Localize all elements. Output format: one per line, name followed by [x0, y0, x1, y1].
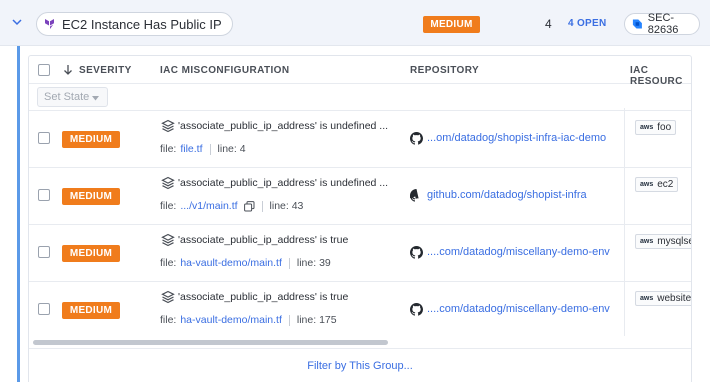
row-checkbox[interactable] [38, 246, 50, 258]
github-icon [410, 132, 423, 145]
aws-icon: aws [640, 295, 654, 302]
repository-link[interactable]: ....com/datadog/miscellany-demo-env [427, 303, 610, 315]
group-count: 4 [545, 17, 552, 31]
repository-link[interactable]: github.com/datadog/shopist-infra [427, 189, 587, 201]
group-title: EC2 Instance Has Public IP [62, 16, 222, 32]
severity-badge: MEDIUM [62, 245, 120, 262]
line-number: line: 175 [296, 314, 337, 326]
layers-icon [161, 290, 175, 304]
row-checkbox[interactable] [38, 303, 50, 315]
misconfiguration-title[interactable]: 'associate_public_ip_address' is undefin… [178, 120, 388, 132]
file-info: file: ha-vault-demo/main.tf line: 175 [160, 314, 337, 326]
aws-icon: aws [640, 124, 654, 131]
aws-icon: aws [640, 238, 654, 245]
group-accent-bar [17, 46, 20, 382]
severity-badge: MEDIUM [62, 131, 120, 148]
misconfiguration-title[interactable]: 'associate_public_ip_address' is undefin… [178, 177, 388, 189]
repository-link[interactable]: ...om/datadog/shopist-infra-iac-demo [427, 132, 606, 144]
col-repository[interactable]: REPOSITORY [410, 65, 479, 76]
file-link[interactable]: .../v1/main.tf [180, 200, 237, 212]
misconfiguration-title[interactable]: 'associate_public_ip_address' is true [178, 291, 348, 303]
file-label: file: [160, 314, 177, 326]
file-link[interactable]: ha-vault-demo/main.tf [180, 314, 282, 326]
jira-icon [632, 19, 642, 29]
file-info: file: .../v1/main.tf line: 43 [160, 200, 303, 212]
layers-icon [161, 176, 175, 190]
select-all-checkbox[interactable] [38, 64, 50, 76]
line-number: line: 4 [217, 143, 246, 155]
file-info: file: file.tf line: 4 [160, 143, 246, 155]
resource-name: mysqlse [657, 236, 692, 247]
ticket-pill[interactable]: SEC-82636 [624, 12, 700, 36]
severity-badge: MEDIUM [62, 302, 120, 319]
divider [261, 200, 263, 212]
findings-table: SEVERITY IAC MISCONFIGURATION REPOSITORY… [28, 55, 692, 382]
bulk-actions-row: Set State [29, 84, 691, 111]
resource-tag[interactable]: aws ec2 [635, 177, 679, 192]
filter-by-group-link[interactable]: Filter by This Group... [29, 348, 691, 382]
file-link[interactable]: ha-vault-demo/main.tf [180, 257, 282, 269]
misconfiguration-title[interactable]: 'associate_public_ip_address' is true [178, 234, 348, 246]
open-count-link[interactable]: 4 OPEN [568, 18, 606, 29]
repository-link[interactable]: ....com/datadog/miscellany-demo-env [427, 246, 610, 258]
ticket-id: SEC-82636 [647, 12, 679, 36]
table-row[interactable]: MEDIUM 'associate_public_ip_address' is … [29, 281, 691, 338]
table-row[interactable]: MEDIUM 'associate_public_ip_address' is … [29, 224, 691, 281]
line-number: line: 39 [296, 257, 331, 269]
resource-tag[interactable]: aws foo [635, 120, 677, 135]
resource-tag[interactable]: aws mysqlse [635, 234, 692, 249]
table-header: SEVERITY IAC MISCONFIGURATION REPOSITORY… [29, 56, 691, 87]
resource-name: website [657, 293, 692, 304]
caret-down-icon [92, 96, 99, 101]
resource-name: ec2 [657, 179, 674, 190]
set-state-label: Set State [44, 91, 90, 103]
severity-badge: MEDIUM [62, 188, 120, 205]
file-label: file: [160, 200, 177, 212]
layers-icon [161, 233, 175, 247]
chevron-down-icon[interactable] [11, 16, 23, 28]
group-severity-badge: MEDIUM [423, 16, 480, 33]
aws-icon: aws [640, 181, 654, 188]
table-row[interactable]: MEDIUM 'associate_public_ip_address' is … [29, 110, 691, 167]
col-severity[interactable]: SEVERITY [79, 65, 132, 76]
table-row[interactable]: MEDIUM 'associate_public_ip_address' is … [29, 167, 691, 224]
github-icon [410, 303, 423, 316]
divider [209, 143, 211, 155]
horizontal-scrollbar[interactable] [33, 340, 691, 346]
file-info: file: ha-vault-demo/main.tf line: 39 [160, 257, 331, 269]
file-label: file: [160, 257, 177, 269]
layers-icon [161, 119, 175, 133]
terraform-icon [45, 19, 54, 29]
scrollbar-thumb[interactable] [33, 340, 388, 345]
github-icon [410, 189, 419, 202]
divider [288, 257, 290, 269]
copy-icon[interactable] [243, 200, 255, 212]
resource-tag[interactable]: aws website [635, 291, 692, 306]
divider [288, 314, 290, 326]
column-divider [624, 108, 625, 336]
col-misconfiguration[interactable]: IAC MISCONFIGURATION [160, 65, 289, 76]
resource-name: foo [657, 122, 672, 133]
file-label: file: [160, 143, 177, 155]
row-checkbox[interactable] [38, 132, 50, 144]
github-icon [410, 246, 423, 259]
group-title-pill[interactable]: EC2 Instance Has Public IP [36, 12, 233, 36]
sort-arrow-icon[interactable] [63, 64, 73, 76]
set-state-dropdown[interactable]: Set State [37, 87, 108, 107]
line-number: line: 43 [269, 200, 304, 212]
group-header[interactable]: EC2 Instance Has Public IP MEDIUM 4 4 OP… [0, 0, 710, 46]
file-link[interactable]: file.tf [180, 143, 202, 155]
row-checkbox[interactable] [38, 189, 50, 201]
